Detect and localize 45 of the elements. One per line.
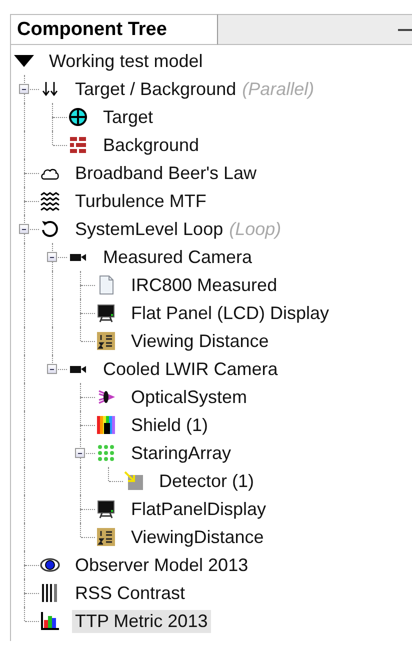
bar-chart-icon <box>40 611 60 631</box>
tree-item[interactable]: Viewing Distance <box>128 330 272 352</box>
tree-item[interactable]: Observer Model 2013 <box>72 554 252 576</box>
numbered-list-icon <box>96 527 116 547</box>
tree-item-note: (Parallel) <box>242 78 314 100</box>
tree-item[interactable]: ViewingDistance <box>128 526 267 548</box>
crosshair-icon <box>68 107 88 127</box>
down-arrows-icon <box>40 79 60 99</box>
tree-item[interactable]: SystemLevel Loop <box>72 218 226 240</box>
tree-item[interactable]: IRC800 Measured <box>128 274 280 296</box>
tree-item[interactable]: Turbulence MTF <box>72 190 210 212</box>
tree-item[interactable]: RSS Contrast <box>72 582 188 604</box>
tree-item[interactable]: OpticalSystem <box>128 386 250 408</box>
tree-item[interactable]: Detector (1) <box>156 470 258 492</box>
collapse-toggle-icon[interactable] <box>47 364 57 374</box>
tree-item[interactable]: StaringArray <box>128 442 234 464</box>
collapse-toggle-icon[interactable] <box>19 224 29 234</box>
color-bars-icon <box>96 415 116 435</box>
tree-item[interactable]: Shield (1) <box>128 414 212 436</box>
barcode-lines-icon <box>40 583 60 603</box>
collapse-toggle-icon[interactable] <box>75 448 85 458</box>
eye-icon <box>40 555 60 575</box>
dot-grid-icon <box>96 443 116 463</box>
tree-item[interactable]: Background <box>100 134 202 156</box>
tree-item[interactable]: Target / Background <box>72 78 240 100</box>
collapse-toggle-icon[interactable] <box>47 252 57 262</box>
monitor-icon <box>96 303 116 323</box>
tree-item[interactable]: TTP Metric 2013 <box>72 610 211 632</box>
tree-item[interactable]: Cooled LWIR Camera <box>100 358 281 380</box>
tree-item-note: (Loop) <box>229 218 282 240</box>
tree-item[interactable]: Working test model <box>46 50 206 72</box>
tree-item[interactable]: Measured Camera <box>100 246 256 268</box>
collapse-toggle-icon[interactable] <box>19 84 29 94</box>
numbered-list-icon <box>96 331 116 351</box>
detector-icon <box>124 471 144 491</box>
wavy-lines-icon <box>40 191 60 211</box>
panel-title[interactable]: Component Tree <box>10 14 218 45</box>
brick-wall-icon <box>68 135 88 155</box>
monitor-icon <box>96 499 116 519</box>
expand-triangle-icon[interactable] <box>14 54 34 68</box>
tree-item[interactable]: FlatPanelDisplay <box>128 498 270 520</box>
tree-item[interactable]: Target <box>100 106 156 128</box>
tree-item[interactable]: Flat Panel (LCD) Display <box>128 302 332 324</box>
circular-arrow-icon <box>40 219 60 239</box>
tree-item[interactable]: Broadband Beer's Law <box>72 162 260 184</box>
